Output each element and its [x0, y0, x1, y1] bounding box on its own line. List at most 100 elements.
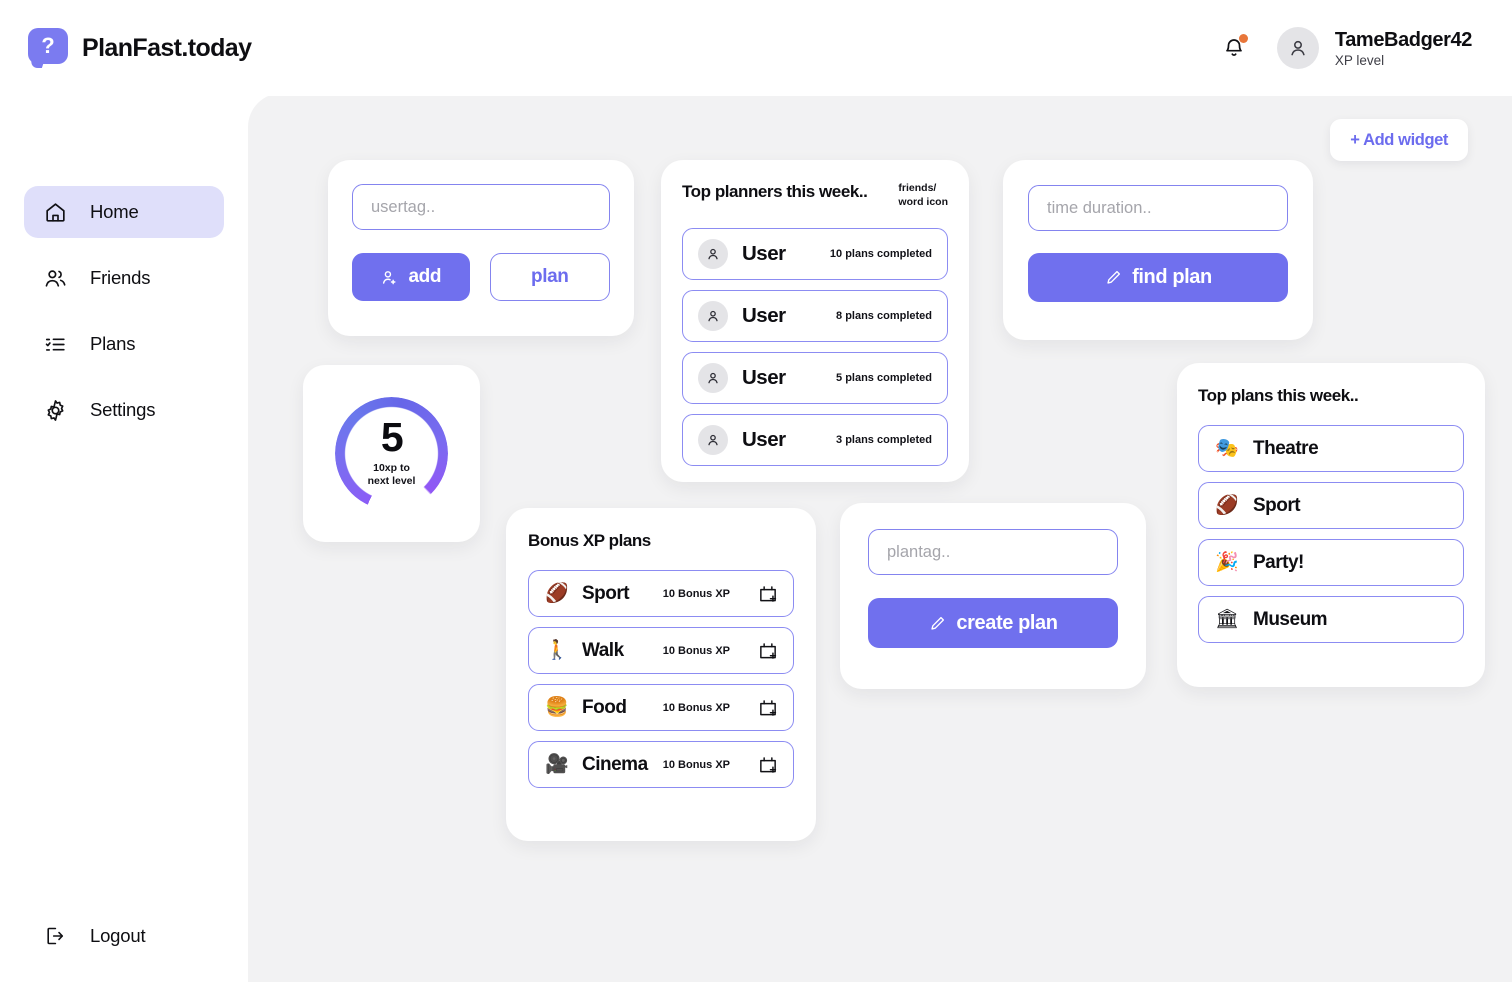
table-row[interactable]: User 8 plans completed [682, 289, 948, 342]
person-icon [698, 424, 728, 455]
planner-name: User [742, 241, 786, 265]
calendar-plus-icon[interactable] [757, 640, 779, 662]
notification-badge-dot [1238, 34, 1248, 43]
sidebar: Home Friends Plans Settings Logout [0, 96, 248, 982]
usertag-input[interactable] [352, 184, 610, 230]
xp-level-value: 5 [380, 414, 404, 461]
bonus-xp-list: 🏈 Sport 10 Bonus XP 🚶 Walk 10 Bonus XP 🍔… [528, 570, 794, 788]
bonus-xp-amount: 10 Bonus XP [662, 758, 730, 771]
plan-label: Sport [1253, 494, 1301, 516]
museum-icon: 🏛 [1215, 608, 1240, 630]
dashboard-canvas: + Add widget add plan [248, 93, 1512, 982]
xp-ring-center: 5 10xp to next level [335, 397, 448, 510]
list-item[interactable]: 🎉 Party! [1198, 539, 1464, 586]
xp-level-widget: 5 10xp to next level [303, 365, 480, 542]
football-icon: 🏈 [545, 582, 569, 604]
planner-name: User [742, 427, 786, 451]
planner-name: User [742, 303, 786, 327]
sidebar-item-friends[interactable]: Friends [24, 252, 224, 304]
table-row[interactable]: User 3 plans completed [682, 413, 948, 466]
planner-plans-count: 3 plans completed [836, 433, 932, 446]
walking-person-icon: 🚶 [545, 639, 569, 661]
bonus-xp-title: Bonus XP plans [528, 531, 651, 550]
top-plans-title: Top plans this week.. [1198, 386, 1359, 405]
sidebar-item-plans[interactable]: Plans [24, 318, 224, 370]
create-plan-widget: create plan [840, 503, 1146, 689]
plan-label: Theatre [1253, 437, 1319, 459]
logout-button[interactable]: Logout [24, 912, 163, 960]
sidebar-item-label: Friends [90, 267, 151, 288]
home-icon [42, 199, 68, 225]
planner-name: User [742, 365, 786, 389]
top-plans-widget: Top plans this week.. 🎭 Theatre 🏈 Sport … [1177, 363, 1485, 687]
list-item[interactable]: 🏈 Sport 10 Bonus XP [528, 570, 794, 617]
create-plan-label: create plan [956, 611, 1058, 634]
gear-icon [42, 397, 68, 423]
list-item[interactable]: 🍔 Food 10 Bonus XP [528, 684, 794, 731]
sidebar-item-label: Home [90, 201, 139, 222]
bonus-xp-plans-widget: Bonus XP plans 🏈 Sport 10 Bonus XP 🚶 Wal… [506, 508, 816, 841]
list-item[interactable]: 🏛 Museum [1198, 596, 1464, 643]
add-friend-widget: add plan [328, 160, 634, 336]
logout-label: Logout [90, 925, 146, 946]
calendar-plus-icon[interactable] [757, 583, 779, 605]
time-duration-input[interactable] [1028, 185, 1288, 231]
top-planners-title: Top planners this week.. [682, 182, 868, 201]
app-header: ? PlanFast.today TameBadger42 XP level [0, 0, 1512, 96]
person-icon [698, 362, 728, 393]
pencil-icon [928, 614, 947, 633]
list-item[interactable]: 🎭 Theatre [1198, 425, 1464, 472]
bonus-plan-label: Cinema [582, 753, 648, 775]
brand-name: PlanFast.today [82, 33, 252, 62]
bonus-plan-label: Walk [582, 639, 624, 661]
planner-plans-count: 10 plans completed [829, 247, 932, 260]
bonus-xp-amount: 10 Bonus XP [662, 701, 730, 714]
user-menu[interactable]: TameBadger42 XP level [1276, 27, 1473, 69]
people-icon [42, 265, 68, 291]
user-name: TameBadger42 [1334, 28, 1473, 51]
user-subtitle: XP level [1334, 52, 1385, 68]
bonus-plan-label: Food [582, 696, 627, 718]
speech-bubble-question-icon: ? [28, 28, 68, 68]
top-planners-note: friends/ word icon [898, 182, 948, 208]
find-plan-button[interactable]: find plan [1028, 253, 1288, 302]
sign-out-icon [42, 923, 68, 949]
plan-button[interactable]: plan [489, 253, 610, 301]
plan-label: Museum [1253, 608, 1328, 630]
sidebar-item-label: Settings [90, 399, 156, 420]
list-item[interactable]: 🚶 Walk 10 Bonus XP [528, 627, 794, 674]
list-item[interactable]: 🎥 Cinema 10 Bonus XP [528, 741, 794, 788]
find-plan-widget: find plan [1003, 160, 1313, 340]
top-planners-list: User 10 plans completed User 8 plans com… [682, 227, 948, 466]
sidebar-nav: Home Friends Plans Settings [24, 186, 224, 436]
planner-plans-count: 5 plans completed [836, 371, 932, 384]
sidebar-item-home[interactable]: Home [24, 186, 224, 238]
header-right: TameBadger42 XP level [1219, 27, 1472, 69]
person-icon [698, 238, 728, 269]
brand[interactable]: ? PlanFast.today [28, 28, 252, 68]
avatar [1276, 27, 1319, 69]
create-plan-button[interactable]: create plan [868, 598, 1118, 648]
calendar-plus-icon[interactable] [757, 754, 779, 776]
bonus-plan-label: Sport [582, 582, 630, 604]
calendar-plus-icon[interactable] [757, 697, 779, 719]
list-item[interactable]: 🏈 Sport [1198, 482, 1464, 529]
sidebar-item-settings[interactable]: Settings [24, 384, 224, 436]
movie-camera-icon: 🎥 [545, 753, 569, 775]
theatre-masks-icon: 🎭 [1215, 437, 1239, 459]
hamburger-icon: 🍔 [545, 696, 569, 718]
add-widget-button[interactable]: + Add widget [1330, 119, 1468, 161]
sidebar-item-label: Plans [90, 333, 136, 354]
top-plans-list: 🎭 Theatre 🏈 Sport 🎉 Party! 🏛 Museum [1198, 425, 1464, 643]
plan-label: Party! [1253, 551, 1304, 573]
find-plan-label: find plan [1132, 266, 1212, 288]
bell-icon[interactable] [1219, 33, 1249, 63]
person-plus-icon [380, 268, 399, 287]
add-friend-button[interactable]: add [352, 253, 470, 301]
table-row[interactable]: User 5 plans completed [682, 351, 948, 404]
table-row[interactable]: User 10 plans completed [682, 227, 948, 280]
add-friend-label: add [408, 266, 442, 287]
person-icon [698, 300, 728, 331]
xp-next-level-text: 10xp to next level [367, 462, 416, 488]
plantag-input[interactable] [868, 529, 1118, 575]
